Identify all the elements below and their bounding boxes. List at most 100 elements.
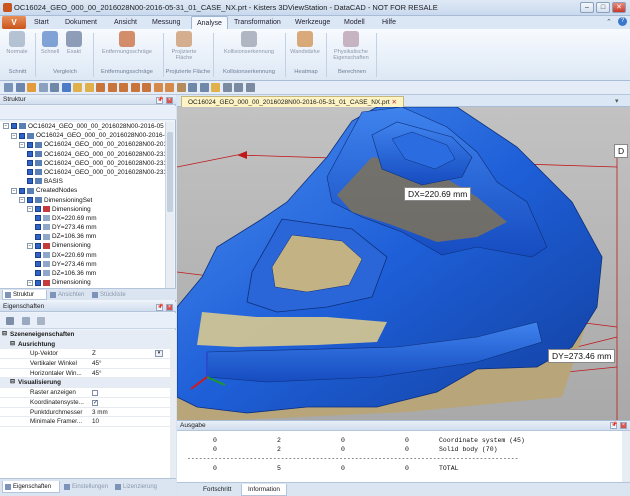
expand-toggle-icon[interactable]: − [11,132,17,139]
tree-node[interactable]: − CreatedNodes [0,186,165,195]
toolbar-icon[interactable] [15,83,25,92]
visibility-checkbox[interactable] [35,251,41,258]
ribbon-button-kollisionserkennung[interactable]: Kollisionserkennung [214,31,284,55]
property-value[interactable]: 3 mm [92,408,108,418]
ribbon-button-wandstärke[interactable]: Wandstärke [288,31,322,55]
expand-toggle-icon[interactable]: − [27,206,33,212]
tree-node[interactable]: − OC16024_GEO_000_00_2016028N00-2016-0 [0,131,165,140]
menu-tab-dokument[interactable]: Dokument [60,16,102,29]
tree-node[interactable]: DY=273.46 mm [0,260,165,269]
menu-tab-analyse[interactable]: Analyse [191,16,228,29]
expand-toggle-icon[interactable]: − [27,279,33,286]
property-checkbox[interactable] [92,390,98,397]
toolbar-icon[interactable] [38,83,48,92]
tree-node[interactable]: DX=220.69 mm [0,214,165,223]
tree-node[interactable]: − Dimensioning [0,278,165,287]
toolbar-icon[interactable] [142,83,151,92]
minimize-button[interactable]: – [580,2,594,13]
toolbar-icon[interactable] [130,83,140,92]
toolbar-icon[interactable] [165,83,174,92]
property-value[interactable]: Z [92,349,96,359]
property-row[interactable]: Horizontaler Win... 45° [0,369,170,379]
visibility-checkbox[interactable] [35,261,41,268]
expand-toggle-icon[interactable]: − [19,196,25,203]
ribbon-minimize-icon[interactable]: ⌃ [606,18,612,26]
menu-tab-start[interactable]: Start [29,16,54,29]
property-checkbox[interactable]: ✓ [92,399,98,406]
pin-icon[interactable]: 📌 [610,422,617,429]
toolbar-icon[interactable] [107,83,117,92]
property-value[interactable]: 45° [92,359,102,369]
ribbon-button-entfernungsschräge[interactable]: Entfernungsschräge [95,31,159,55]
toolbar-icon[interactable] [234,83,243,92]
tree-node[interactable]: − Dimensioning [0,241,165,250]
tree-node[interactable]: DZ=106.36 mm [0,269,165,278]
toolbar-icon[interactable] [4,83,13,92]
expand-toggle-icon[interactable]: − [11,187,17,194]
visibility-checkbox[interactable] [35,279,41,286]
tree-node[interactable]: − Dimensioning [0,205,165,214]
menu-tab-transformation[interactable]: Transformation [229,16,286,29]
visibility-checkbox[interactable] [27,160,33,167]
collapse-icon[interactable]: ⊟ [10,340,15,350]
ribbon-button-exakt[interactable]: Exakt [64,31,84,55]
property-value[interactable]: 10 [92,417,99,427]
ribbon-button-physikalische-eigenschaften[interactable]: Physikalische Eigenschaften [329,31,373,61]
menu-tab-werkzeuge[interactable]: Werkzeuge [290,16,335,29]
toolbar-icon[interactable] [119,83,128,92]
visibility-checkbox[interactable] [35,206,41,212]
toolbar-icon[interactable] [50,83,59,92]
dropdown-arrow-icon[interactable]: ▾ [155,350,163,358]
menu-tab-hilfe[interactable]: Hilfe [377,16,401,29]
close-button[interactable]: ✕ [612,2,626,13]
tab-lizenzierung[interactable]: Lizenzierung [113,481,171,493]
toolbar-icon[interactable] [61,83,71,92]
toolbar-icon[interactable] [96,83,105,92]
ribbon-button-normale[interactable]: Normale [6,31,28,55]
tab-eigenschaften[interactable]: Eigenschaften [2,481,60,493]
toolbar-icon[interactable] [211,83,220,92]
visibility-checkbox[interactable] [27,141,33,148]
dimension-label-dy[interactable]: DY=273.46 mm [548,349,616,363]
tree-node[interactable]: DY=273.46 mm [0,223,165,232]
tab-einstellungen[interactable]: Einstellungen [62,481,112,493]
expand-toggle-icon[interactable]: − [19,141,25,148]
visibility-checkbox[interactable] [35,270,41,277]
categorized-icon[interactable] [6,317,14,325]
visibility-checkbox[interactable] [11,123,17,130]
menu-tab-modell[interactable]: Modell [339,16,370,29]
menu-tab-messung[interactable]: Messung [147,16,185,29]
visibility-checkbox[interactable] [35,215,41,222]
property-row[interactable]: Raster anzeigen [0,388,170,398]
tree-node[interactable]: DX=220.69 mm [0,251,165,260]
tab-stückliste[interactable]: Stückliste [90,290,140,300]
tab-fortschritt[interactable]: Fortschritt [197,484,237,496]
toolbar-icon[interactable] [153,83,163,92]
visibility-checkbox[interactable] [27,169,33,176]
close-panel-icon[interactable]: × [620,422,627,429]
visibility-checkbox[interactable] [27,196,33,203]
3d-viewport[interactable]: OC16024_GEO_000_00_2016028N00-2016-05-31… [177,95,630,420]
output-scrollbar[interactable] [622,431,630,482]
app-menu-button[interactable]: V [2,16,26,29]
maximize-button[interactable]: □ [596,2,610,13]
help-icon[interactable]: ? [618,17,627,26]
tree-node[interactable]: − OC16024_GEO_000_00_2016028N00-2016-0 [0,140,165,149]
visibility-checkbox[interactable] [27,150,33,157]
tree-node[interactable]: OC16024_GEO_000_00_2016028N00-2316 [0,150,165,159]
property-row[interactable]: Koordinatensyste... ✓ [0,398,170,408]
expand-toggle-icon[interactable]: − [27,242,33,249]
ribbon-button-schnell[interactable]: Schnell [39,31,61,55]
visibility-checkbox[interactable] [35,224,41,231]
close-panel-icon[interactable]: × [166,97,173,104]
tab-ansichten[interactable]: Ansichten [48,290,89,300]
ribbon-button-projizierte-fläche[interactable]: Projizierte Fläche [170,31,198,61]
visibility-checkbox[interactable] [35,242,41,249]
toolbar-icon[interactable] [222,83,232,92]
toolbar-icon[interactable] [27,83,36,92]
tree-node[interactable]: − OC16024_GEO_000_00_2016028N00-2016-05 [0,122,165,131]
sort-icon[interactable] [22,317,30,325]
tab-information[interactable]: Information [241,484,287,496]
tab-struktur[interactable]: Struktur [2,290,47,300]
dimension-label-dz[interactable]: D [614,144,629,158]
